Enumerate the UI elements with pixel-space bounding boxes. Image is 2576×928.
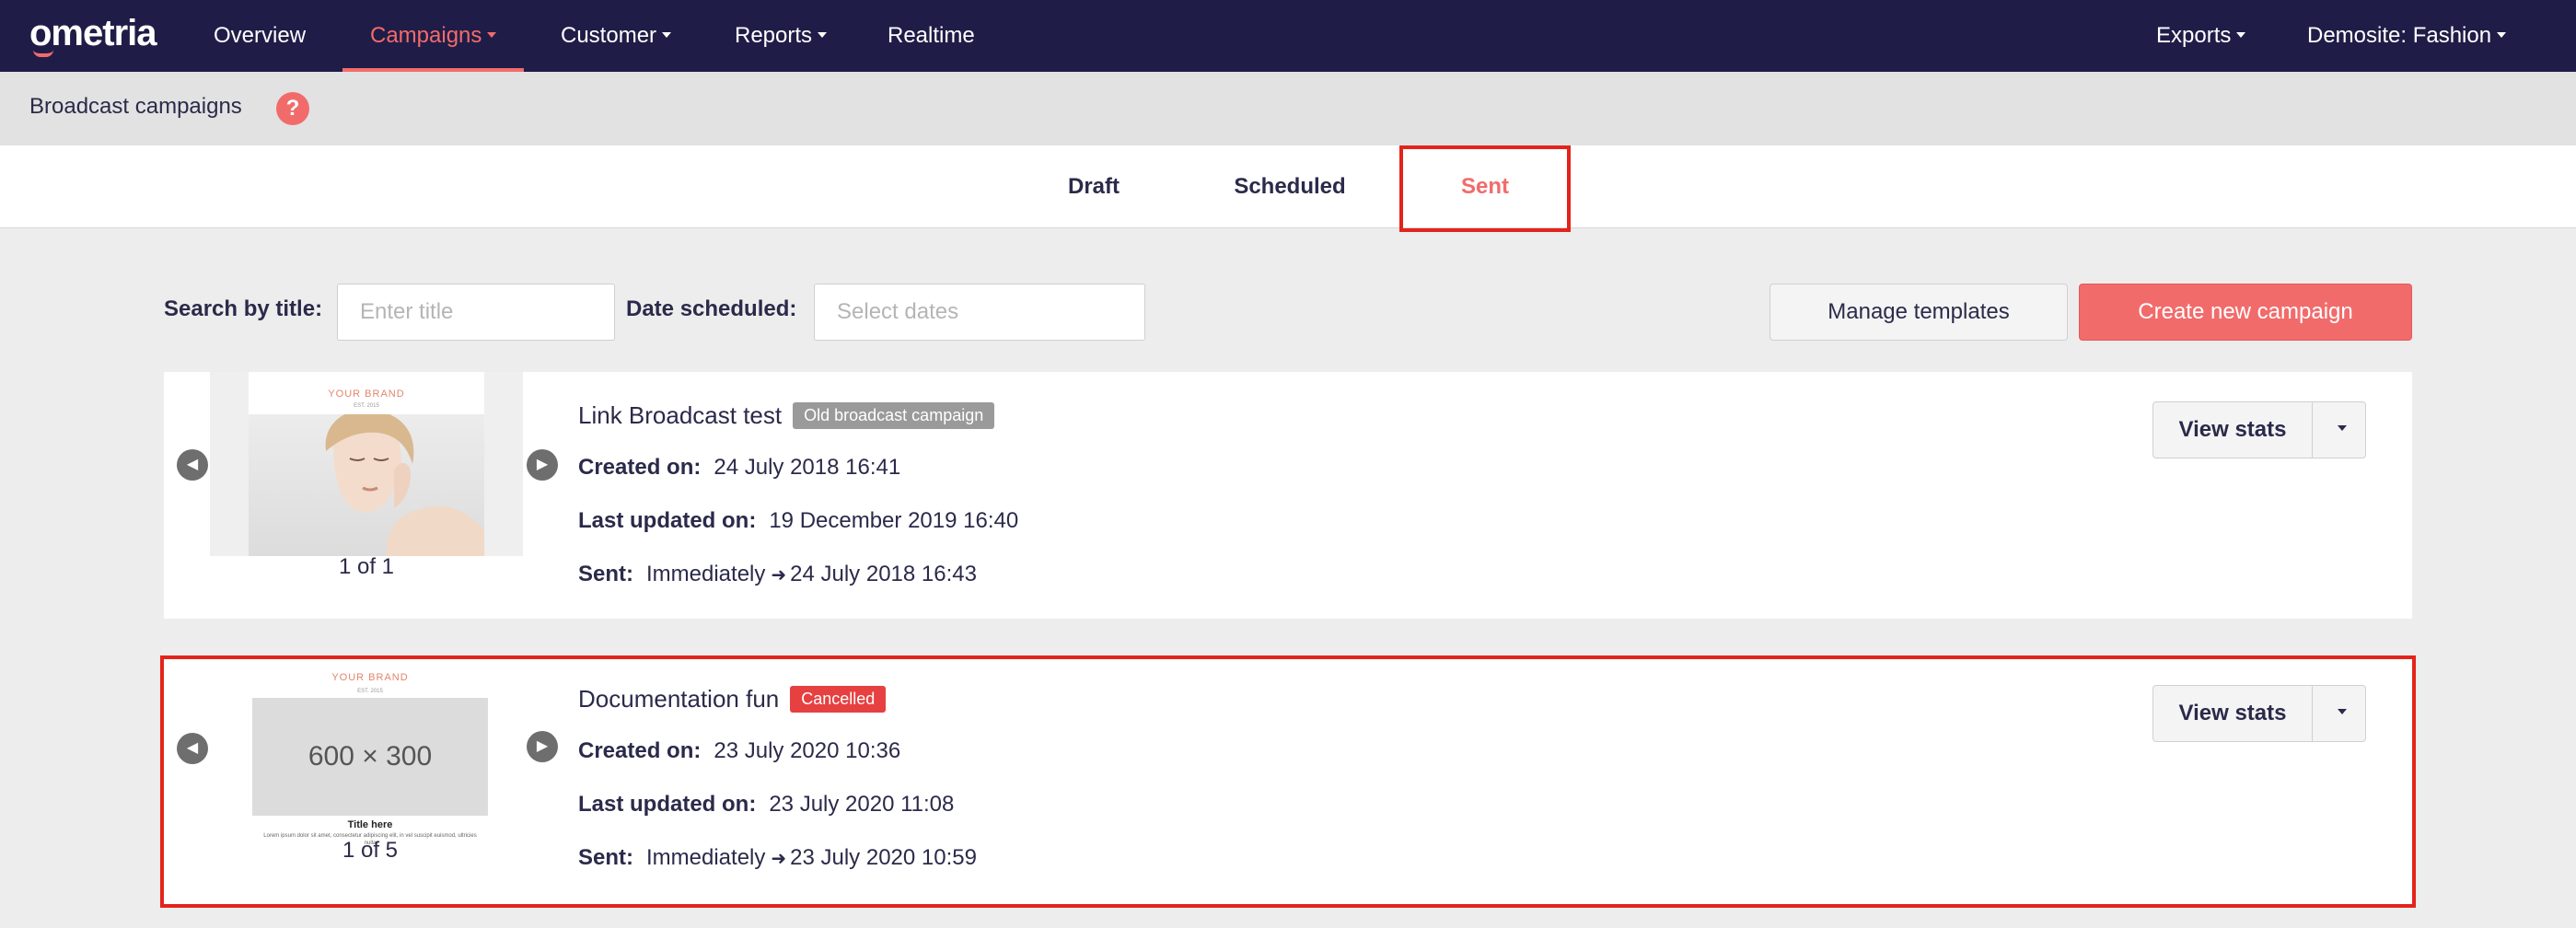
- nav-overview[interactable]: Overview: [214, 0, 306, 72]
- updated-label: Last updated on:: [578, 508, 757, 533]
- email-preview: YOUR BRAND EST. 2015: [210, 372, 523, 556]
- nav-reports[interactable]: Reports: [735, 0, 828, 72]
- updated-label: Last updated on:: [578, 792, 757, 817]
- email-thumbnail: YOUR BRAND EST. 2015: [249, 372, 484, 556]
- view-stats-button[interactable]: View stats: [2152, 685, 2313, 742]
- email-thumbnail: YOUR BRAND EST. 2015 600 × 300 Title her…: [252, 663, 488, 856]
- campaign-title-row: Documentation fun Cancelled: [578, 685, 887, 713]
- preview-pager: 1 of 5: [342, 838, 399, 863]
- chevron-down-icon: [2337, 425, 2347, 432]
- create-campaign-button[interactable]: Create new campaign: [2079, 284, 2412, 341]
- sent-label: Sent:: [578, 845, 633, 870]
- updated-row: Last updated on: 19 December 2019 16:40: [578, 508, 1018, 534]
- sent-label: Sent:: [578, 562, 633, 586]
- nav-realtime-label: Realtime: [888, 23, 975, 48]
- created-label: Created on:: [578, 738, 702, 763]
- created-row: Created on: 23 July 2020 10:36: [578, 738, 900, 764]
- updated-value: 19 December 2019 16:40: [769, 508, 1019, 533]
- date-scheduled-input[interactable]: [814, 284, 1145, 341]
- placeholder-image: 600 × 300: [252, 698, 488, 816]
- chevron-down-icon: [662, 32, 672, 39]
- search-title-input[interactable]: [337, 284, 615, 341]
- preview-heading: Title here: [347, 819, 393, 830]
- chevron-down-icon: [818, 32, 828, 39]
- nav-campaigns-label: Campaigns: [370, 23, 482, 48]
- preview-next-button[interactable]: ▶: [527, 731, 558, 762]
- view-stats-button[interactable]: View stats: [2152, 401, 2313, 458]
- nav-reports-label: Reports: [735, 23, 813, 48]
- preview-prev-button[interactable]: ◀: [177, 733, 208, 764]
- chevron-down-icon: [487, 32, 497, 39]
- sent-mode: Immediately: [646, 845, 766, 870]
- sent-mode: Immediately: [646, 562, 766, 586]
- sent-row: Sent: Immediately ➜ 23 July 2020 10:59: [578, 845, 977, 871]
- sent-value: 23 July 2020 10:59: [790, 845, 977, 870]
- preview-next-button[interactable]: ▶: [527, 449, 558, 481]
- nav-campaigns[interactable]: Campaigns: [342, 0, 525, 72]
- nav-customer[interactable]: Customer: [561, 0, 672, 72]
- updated-row: Last updated on: 23 July 2020 11:08: [578, 792, 954, 818]
- campaign-title-row: Link Broadcast test Old broadcast campaig…: [578, 401, 995, 430]
- search-label: Search by title:: [164, 296, 323, 321]
- campaign-title[interactable]: Documentation fun: [578, 685, 779, 713]
- status-badge: Old broadcast campaign: [793, 402, 995, 429]
- manage-templates-button[interactable]: Manage templates: [1770, 284, 2068, 341]
- preview-est: EST. 2015: [357, 689, 383, 694]
- view-stats-dropdown[interactable]: [2312, 401, 2366, 458]
- created-label: Created on:: [578, 455, 702, 480]
- help-icon[interactable]: ?: [276, 92, 309, 125]
- chevron-down-icon: [2236, 32, 2246, 39]
- preview-pager: 1 of 1: [338, 554, 395, 579]
- sent-row: Sent: Immediately ➜ 24 July 2018 16:43: [578, 562, 977, 587]
- nav-exports[interactable]: Exports: [2156, 0, 2246, 72]
- view-stats-group: View stats: [2152, 685, 2366, 742]
- arrow-right-icon: ➜: [771, 849, 787, 869]
- preview-prev-button[interactable]: ◀: [177, 449, 208, 481]
- email-preview: YOUR BRAND EST. 2015 600 × 300 Title her…: [214, 663, 527, 856]
- model-photo-image: [249, 414, 484, 556]
- created-value: 24 July 2018 16:41: [714, 455, 901, 480]
- sent-value: 24 July 2018 16:43: [790, 562, 977, 586]
- campaign-card: YOUR BRAND EST. 2015 ◀ ▶ 1 of 1 Link Bro…: [164, 372, 2412, 619]
- created-row: Created on: 24 July 2018 16:41: [578, 455, 900, 481]
- view-stats-dropdown[interactable]: [2312, 685, 2366, 742]
- campaign-title[interactable]: Link Broadcast test: [578, 401, 782, 429]
- page-title: Broadcast campaigns: [29, 94, 242, 119]
- chevron-down-icon: [2497, 32, 2507, 39]
- chevron-down-icon: [2337, 709, 2347, 715]
- nav-overview-label: Overview: [214, 23, 307, 48]
- logo-text: ometria: [29, 13, 157, 53]
- updated-value: 23 July 2020 11:08: [769, 792, 955, 817]
- arrow-right-icon: ➜: [771, 565, 787, 586]
- status-badge: Cancelled: [790, 686, 887, 713]
- date-scheduled-label: Date scheduled:: [626, 296, 797, 321]
- logo-swoosh-icon: [33, 50, 53, 57]
- page-header: Broadcast campaigns: [0, 72, 2576, 145]
- ometria-logo[interactable]: ometria: [29, 13, 157, 57]
- nav-realtime[interactable]: Realtime: [888, 0, 975, 72]
- campaign-card: YOUR BRAND EST. 2015 600 × 300 Title her…: [160, 655, 2416, 908]
- tab-sent[interactable]: Sent: [1399, 145, 1571, 232]
- preview-brand: YOUR BRAND: [331, 672, 409, 683]
- top-navigation: ometria Overview Campaigns Customer Repo…: [0, 0, 2576, 72]
- nav-account-switcher[interactable]: Demosite: Fashion: [2307, 0, 2507, 72]
- tab-draft[interactable]: Draft: [1050, 145, 1138, 228]
- preview-brand: YOUR BRAND: [328, 389, 405, 400]
- tab-scheduled[interactable]: Scheduled: [1219, 145, 1361, 228]
- campaign-tabs: Draft Scheduled Sent: [0, 145, 2576, 232]
- nav-customer-label: Customer: [561, 23, 657, 48]
- view-stats-group: View stats: [2152, 401, 2366, 458]
- nav-account-label: Demosite: Fashion: [2307, 23, 2492, 48]
- nav-exports-label: Exports: [2156, 23, 2232, 48]
- created-value: 23 July 2020 10:36: [714, 738, 901, 763]
- preview-est: EST. 2015: [354, 403, 379, 409]
